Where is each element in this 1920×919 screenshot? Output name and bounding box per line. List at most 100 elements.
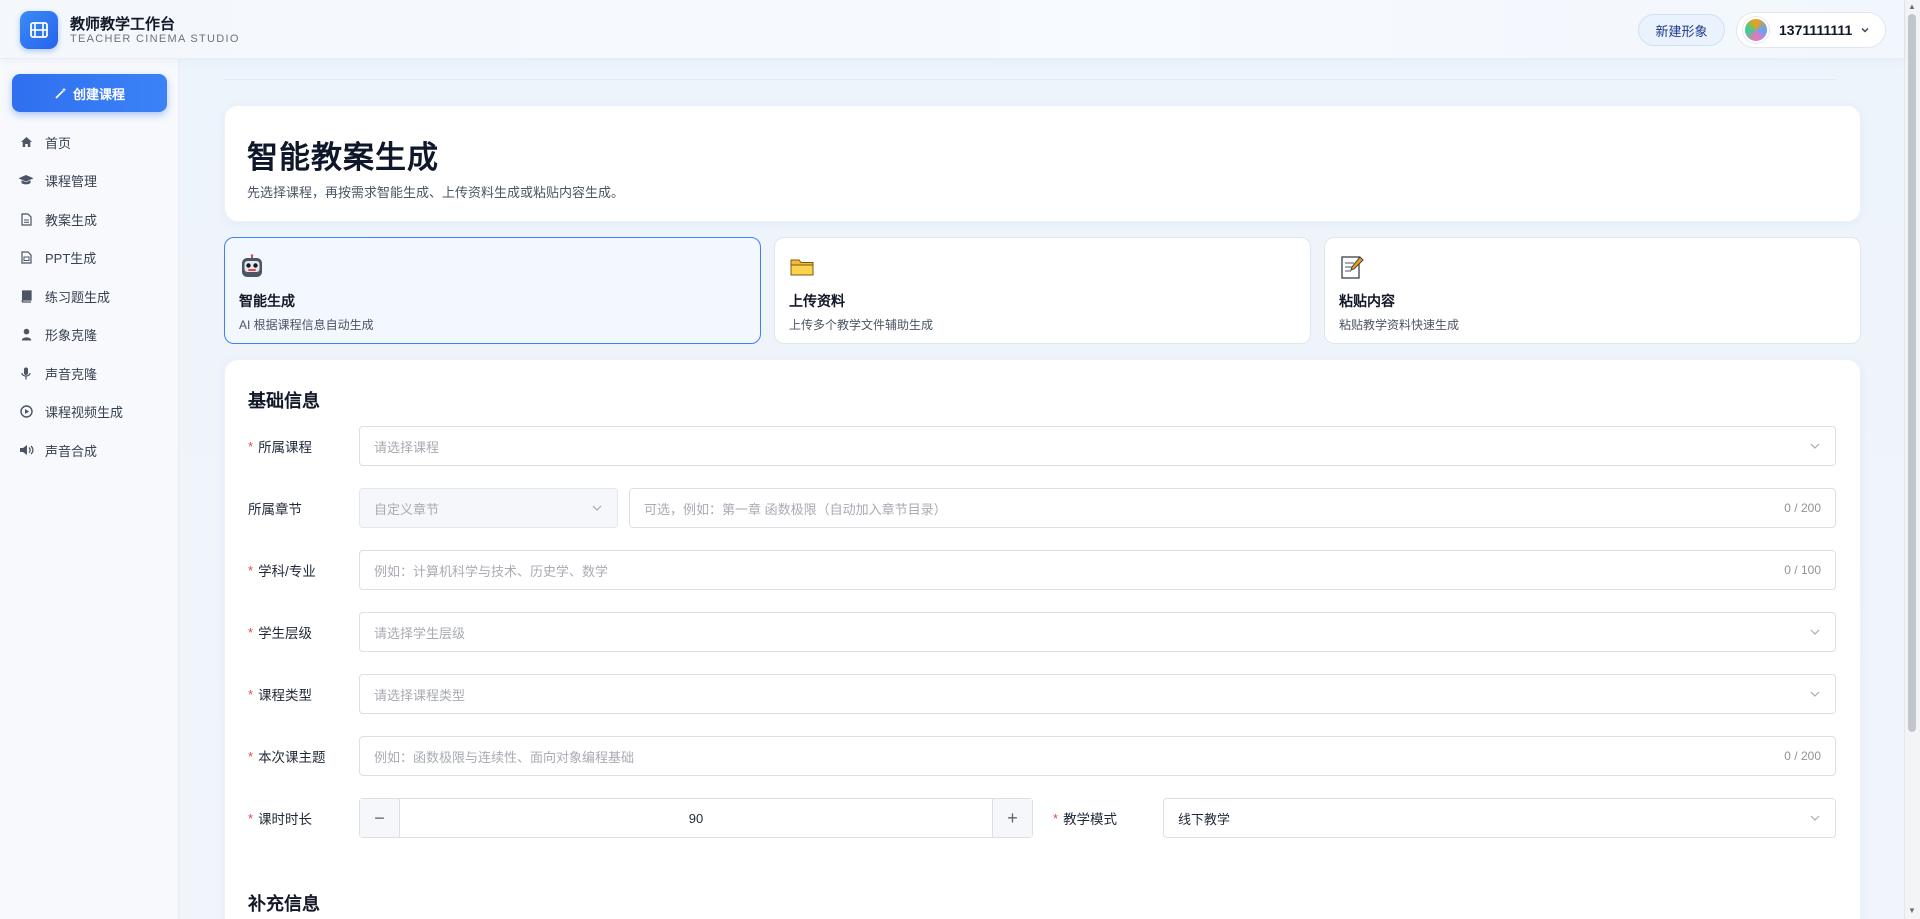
chapter-input[interactable]: 可选，例如：第一章 函数极限（自动加入章节目录） 0 / 200 [629,488,1836,528]
film-icon [30,22,48,38]
level-select-placeholder: 请选择学生层级 [374,625,466,641]
required-mark: * [248,686,254,702]
sidebar-item-exercise[interactable]: 练习题生成 [18,282,168,310]
microphone-icon [18,367,34,380]
level-label: * 学生层级 [248,612,312,652]
required-mark: * [1053,810,1059,826]
subject-input-placeholder: 例如：计算机科学与技术、历史学、数学 [374,563,609,579]
brand-title: 教师教学工作台 [70,16,176,33]
required-mark: * [248,624,254,640]
course-select-placeholder: 请选择课程 [374,439,440,455]
play-circle-icon [18,404,34,418]
sidebar-item-label: 声音合成 [45,443,98,459]
home-icon [18,136,34,148]
magic-wand-icon [55,87,67,99]
teaching-mode-label: * 教学模式 [1053,798,1117,838]
chevron-down-icon [592,505,602,511]
sidebar-item-course-video[interactable]: 课程视频生成 [18,397,168,425]
sidebar: 创建课程 首页 课程管理 教案生成 PPT生成 练习题生成 形象克隆 声音克隆 … [0,59,179,919]
create-course-label: 创建课程 [72,86,125,102]
duration-stepper[interactable]: − 90 + [359,798,1033,838]
subject-input[interactable]: 例如：计算机科学与技术、历史学、数学 0 / 100 [359,550,1836,590]
chevron-down-icon [1810,443,1820,449]
mode-card-paste[interactable]: 粘贴内容 粘贴教学资料快速生成 [1324,237,1861,344]
scroll-down-icon[interactable]: ▼ [1908,907,1916,915]
mode-card-upload[interactable]: 上传资料 上传多个教学文件辅助生成 [774,237,1311,344]
title-card [224,105,1861,222]
sidebar-item-label: 练习题生成 [45,289,111,305]
book-icon [18,289,34,303]
sidebar-item-label: 声音克隆 [45,366,98,382]
mode-description: 粘贴教学资料快速生成 [1339,318,1460,332]
required-mark: * [248,562,254,578]
chevron-down-icon [1810,815,1820,821]
sidebar-item-label: 课程管理 [45,173,98,189]
top-header: 教师教学工作台 TEACHER CINEMA STUDIO 新建形象 13711… [0,0,1904,59]
chapter-select-placeholder: 自定义章节 [374,501,440,517]
course-type-select-placeholder: 请选择课程类型 [374,687,466,703]
sidebar-item-lesson-plan[interactable]: 教案生成 [18,205,168,233]
chapter-label: 所属章节 [248,488,302,528]
sidebar-item-label: 课程视频生成 [45,404,124,420]
mode-description: 上传多个教学文件辅助生成 [789,318,934,332]
sidebar-item-label: PPT生成 [45,250,97,266]
sidebar-item-voice-clone[interactable]: 声音克隆 [18,359,168,387]
duration-label-text: 课时时长 [258,812,313,827]
robot-icon [239,254,265,280]
mode-description: AI 根据课程信息自动生成 [239,318,374,332]
scroll-up-icon[interactable]: ▲ [1908,3,1916,11]
sidebar-item-course-management[interactable]: 课程管理 [18,166,168,194]
logo[interactable] [20,11,58,49]
document-icon [18,212,34,226]
subject-label: * 学科/专业 [248,550,316,590]
duration-value[interactable]: 90 [400,799,992,837]
mode-card-smart[interactable]: 智能生成 AI 根据课程信息自动生成 [224,237,761,344]
topic-counter: 0 / 200 [1784,749,1821,763]
chevron-down-icon [1810,691,1820,697]
sidebar-item-voice-synthesis[interactable]: 声音合成 [18,436,168,464]
increase-button[interactable]: + [992,799,1032,837]
course-select[interactable]: 请选择课程 [359,426,1836,466]
user-icon [18,328,34,341]
course-type-select[interactable]: 请选择课程类型 [359,674,1836,714]
required-mark: * [248,438,254,454]
page-title: 智能教案生成 [247,140,439,175]
course-type-label: * 课程类型 [248,674,312,714]
sidebar-item-label: 形象克隆 [45,327,98,343]
chapter-input-placeholder: 可选，例如：第一章 函数极限（自动加入章节目录） [644,501,947,517]
topic-input[interactable]: 例如：函数极限与连续性、面向对象编程基础 0 / 200 [359,736,1836,776]
sidebar-item-home[interactable]: 首页 [18,128,168,156]
user-name: 1371111111 [1779,22,1853,38]
sidebar-item-avatar-clone[interactable]: 形象克隆 [18,320,168,348]
topic-input-placeholder: 例如：函数极限与连续性、面向对象编程基础 [374,749,635,765]
scrollbar-thumb[interactable] [1908,14,1916,732]
decrease-button[interactable]: − [360,799,400,837]
course-label: * 所属课程 [248,426,312,466]
chapter-label-text: 所属章节 [248,502,302,517]
divider [224,79,1836,80]
teaching-mode-value: 线下教学 [1178,811,1231,827]
level-select[interactable]: 请选择学生层级 [359,612,1836,652]
user-menu[interactable]: 1371111111 [1736,12,1886,48]
mode-title: 智能生成 [239,293,295,309]
section-title-extra: 补充信息 [248,894,320,914]
required-mark: * [248,810,254,826]
teaching-mode-select[interactable]: 线下教学 [1163,798,1836,838]
teaching-mode-label-text: 教学模式 [1063,812,1118,827]
folder-icon [789,254,815,280]
chevron-down-icon [1861,28,1869,33]
section-title-basic: 基础信息 [248,391,320,411]
required-mark: * [248,748,254,764]
speaker-icon [18,444,34,456]
brand-subtitle: TEACHER CINEMA STUDIO [70,33,240,45]
subject-label-text: 学科/专业 [258,564,316,579]
topic-label: * 本次课主题 [248,736,326,776]
sidebar-item-ppt[interactable]: PPT生成 [18,243,168,271]
mode-title: 上传资料 [789,293,845,309]
sidebar-item-label: 教案生成 [45,212,98,228]
chapter-select[interactable]: 自定义章节 [359,488,618,528]
course-label-text: 所属课程 [258,440,313,455]
new-avatar-button[interactable]: 新建形象 [1638,14,1725,46]
create-course-button[interactable]: 创建课程 [12,74,167,112]
duration-label: * 课时时长 [248,798,312,838]
